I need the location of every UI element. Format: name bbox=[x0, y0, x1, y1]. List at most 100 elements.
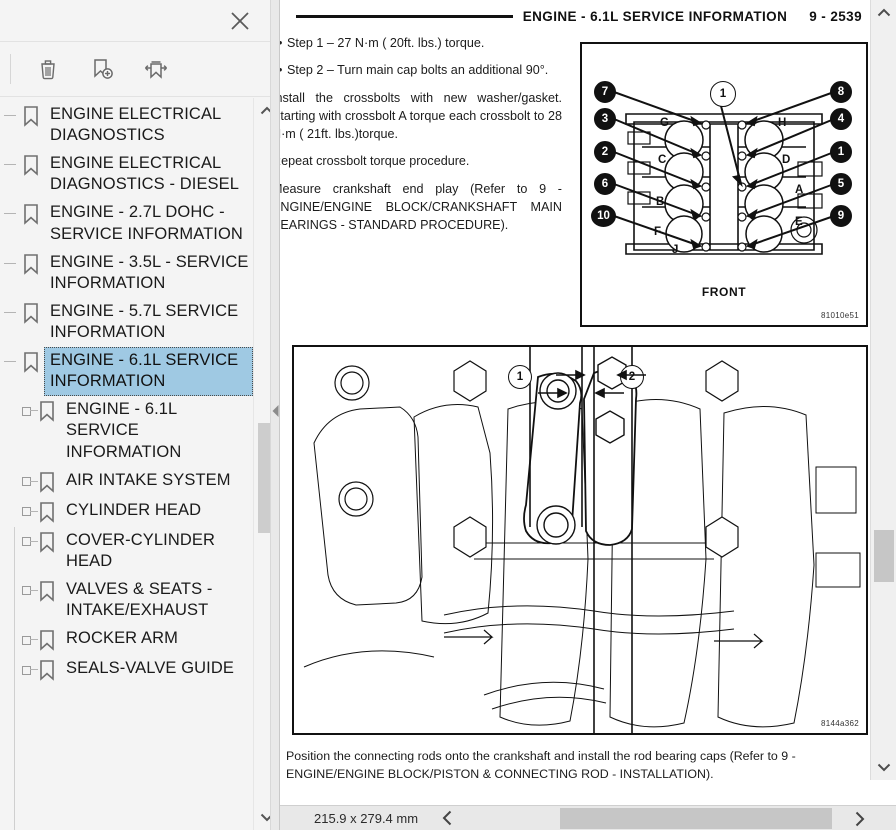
figure-caption: Position the connecting rods onto the cr… bbox=[286, 749, 796, 781]
block-letter-G: G bbox=[660, 117, 669, 129]
body-paragraph: Repeat crossbolt torque procedure. bbox=[280, 152, 562, 170]
bookmark-item[interactable]: SEALS-VALVE GUIDE bbox=[0, 655, 253, 685]
expand-toggle-icon[interactable] bbox=[18, 625, 38, 655]
bookmark-expand-icon[interactable] bbox=[137, 50, 175, 88]
figure2-id: 8144a362 bbox=[821, 719, 859, 728]
callout-1-right: 1 bbox=[830, 141, 852, 163]
bullet-icon: • bbox=[280, 61, 287, 79]
callout-10: 10 bbox=[591, 205, 616, 227]
page-title: ENGINE - 6.1L SERVICE INFORMATION bbox=[522, 8, 788, 24]
figure2-dimension-arrows bbox=[538, 369, 646, 399]
bookmark-item[interactable]: ENGINE - 6.1L SERVICE INFORMATION bbox=[0, 347, 253, 397]
document-viewer: ENGINE - 6.1L SERVICE INFORMATION 9 - 25… bbox=[280, 0, 896, 830]
expand-toggle-icon[interactable] bbox=[18, 467, 38, 497]
figure-connecting-rods: 1 2 8144a362 bbox=[292, 345, 868, 735]
tree-branch-icon bbox=[2, 249, 18, 279]
bookmark-item[interactable]: AIR INTAKE SYSTEM bbox=[0, 467, 253, 497]
bookmark-icon bbox=[34, 396, 60, 426]
body-paragraph: •Step 1 – 27 N·m ( 20ft. lbs.) torque. bbox=[280, 34, 562, 52]
bookmark-icon bbox=[18, 199, 44, 229]
bookmark-icon bbox=[34, 576, 60, 606]
bookmark-item[interactable]: ENGINE - 3.5L - SERVICE INFORMATION bbox=[0, 249, 253, 298]
block-letter-E: E bbox=[795, 216, 803, 228]
bookmark-item[interactable]: ENGINE - 5.7L SERVICE INFORMATION bbox=[0, 298, 253, 347]
tree-branch-icon bbox=[2, 199, 18, 229]
body-paragraph: Install the crossbolts with new washer/g… bbox=[280, 89, 562, 144]
callout-6: 6 bbox=[594, 173, 616, 195]
toolbar-divider bbox=[10, 54, 11, 84]
bookmark-item[interactable]: COVER-CYLINDER HEAD bbox=[0, 527, 253, 576]
bookmark-item[interactable]: ENGINE ELECTRICAL DIAGNOSTICS bbox=[0, 101, 253, 150]
trash-icon[interactable] bbox=[29, 50, 67, 88]
bookmark-item[interactable]: VALVES & SEATS - INTAKE/EXHAUST bbox=[0, 576, 253, 625]
scroll-down-icon[interactable] bbox=[871, 754, 896, 780]
next-page-icon[interactable] bbox=[844, 806, 874, 830]
bookmark-icon bbox=[18, 101, 44, 131]
bookmark-icon bbox=[18, 249, 44, 279]
tree-branch-icon bbox=[2, 298, 18, 328]
horizontal-scroll-thumb[interactable] bbox=[560, 808, 832, 829]
bookmark-label: ENGINE - 5.7L SERVICE INFORMATION bbox=[50, 301, 239, 341]
expand-toggle-icon[interactable] bbox=[18, 497, 38, 527]
block-letter-H: H bbox=[778, 117, 787, 129]
bookmark-tree: ENGINE ELECTRICAL DIAGNOSTICS ENGINE ELEC… bbox=[0, 97, 279, 830]
header-rule bbox=[296, 14, 513, 18]
expand-toggle-icon[interactable] bbox=[18, 655, 38, 685]
paragraph-text: Step 2 – Turn main cap bolts an addition… bbox=[287, 63, 549, 78]
paragraph-text: Install the crossbolts with new washer/g… bbox=[280, 90, 562, 142]
expand-toggle-icon[interactable] bbox=[18, 576, 38, 606]
bookmark-label: ROCKER ARM bbox=[66, 629, 178, 648]
collapse-panel-icon[interactable] bbox=[271, 398, 281, 424]
page-size-label: 215.9 x 279.4 mm bbox=[314, 810, 419, 826]
expand-toggle-icon[interactable] bbox=[18, 527, 38, 557]
bookmark-icon bbox=[18, 347, 44, 377]
figure-engine-block-bolt-sequence: 7 3 2 6 10 8 4 1 5 9 1 G H C D A B E F J… bbox=[580, 42, 868, 327]
bookmark-item[interactable]: ROCKER ARM bbox=[0, 625, 253, 655]
tree-branch-icon bbox=[2, 101, 18, 131]
page-number: 9 - 2539 bbox=[809, 8, 862, 24]
bullet-icon: • bbox=[280, 34, 287, 52]
callout-4: 4 bbox=[830, 108, 852, 130]
bookmark-label: ENGINE - 6.1L SERVICE INFORMATION bbox=[44, 347, 253, 397]
bookmark-label: COVER-CYLINDER HEAD bbox=[66, 530, 216, 570]
block-letter-F: F bbox=[654, 226, 662, 238]
block-letter-B: B bbox=[656, 196, 665, 208]
statusbar-corner bbox=[874, 806, 896, 830]
bookmark-label: ENGINE - 2.7L DOHC - SERVICE INFORMATION bbox=[50, 203, 243, 243]
page-header: ENGINE - 6.1L SERVICE INFORMATION 9 - 25… bbox=[280, 4, 870, 28]
block-letter-J: J bbox=[672, 244, 679, 256]
bookmark-add-icon[interactable] bbox=[83, 50, 121, 88]
block-letter-A: A bbox=[795, 184, 804, 196]
previous-page-icon[interactable] bbox=[434, 806, 462, 830]
panel-splitter[interactable] bbox=[270, 0, 280, 830]
close-icon[interactable] bbox=[225, 6, 255, 36]
document-vertical-scrollbar[interactable] bbox=[870, 0, 896, 780]
pdf-page: ENGINE - 6.1L SERVICE INFORMATION 9 - 25… bbox=[280, 0, 896, 805]
paragraph-text: Step 1 – 27 N·m ( 20ft. lbs.) torque. bbox=[287, 36, 485, 50]
bookmark-icon bbox=[18, 298, 44, 328]
callout-8: 8 bbox=[830, 81, 852, 103]
bookmark-toolbar bbox=[0, 42, 279, 97]
bookmark-label: CYLINDER HEAD bbox=[66, 500, 202, 519]
pdf-viewer-window: ENGINE ELECTRICAL DIAGNOSTICS ENGINE ELEC… bbox=[0, 0, 896, 830]
bookmark-item[interactable]: ENGINE ELECTRICAL DIAGNOSTICS - DIESEL bbox=[0, 150, 253, 199]
callout-1-top: 1 bbox=[710, 81, 736, 107]
bookmark-item[interactable]: ENGINE - 6.1L SERVICE INFORMATION bbox=[0, 396, 253, 466]
bookmark-icon bbox=[18, 150, 44, 180]
scroll-thumb[interactable] bbox=[874, 530, 894, 582]
bookmark-icon bbox=[34, 497, 60, 527]
tree-branch-icon bbox=[2, 347, 18, 377]
bookmark-item[interactable]: CYLINDER HEAD bbox=[0, 497, 253, 527]
scroll-up-icon[interactable] bbox=[871, 0, 896, 26]
bookmark-icon bbox=[34, 527, 60, 557]
bookmark-label: VALVES & SEATS - INTAKE/EXHAUST bbox=[66, 579, 213, 619]
horizontal-scrollbar[interactable] bbox=[560, 808, 844, 829]
callout-2: 2 bbox=[594, 141, 616, 163]
expand-toggle-icon[interactable] bbox=[18, 396, 38, 426]
bookmark-label: ENGINE - 3.5L - SERVICE INFORMATION bbox=[50, 252, 249, 292]
figure1-id: 81010e51 bbox=[821, 311, 859, 320]
bookmark-item[interactable]: ENGINE - 2.7L DOHC - SERVICE INFORMATION bbox=[0, 199, 253, 248]
bookmark-icon bbox=[34, 467, 60, 497]
bookmark-icon bbox=[34, 655, 60, 685]
status-bar: 215.9 x 279.4 mm bbox=[280, 805, 896, 830]
